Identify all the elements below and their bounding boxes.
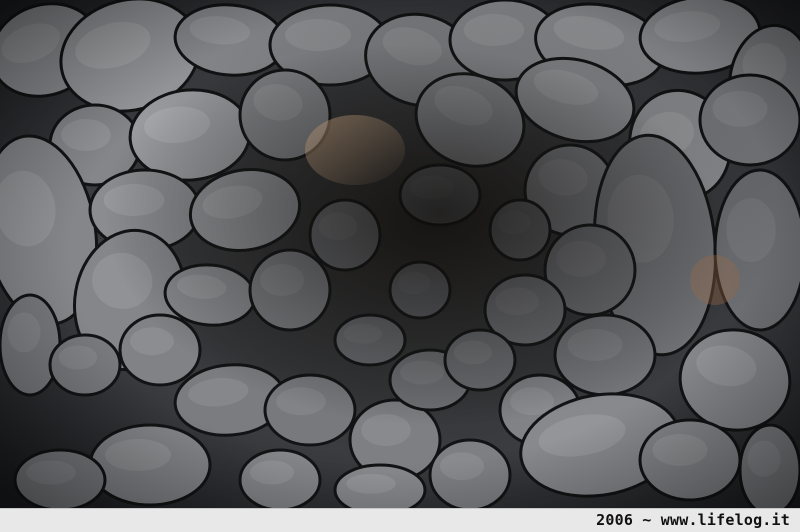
- watermark-bar: 2006 ~ www.lifelog.it: [0, 508, 800, 532]
- watermark-caption: 2006 ~ www.lifelog.it: [596, 511, 790, 529]
- dry-stone-dome-photo: [0, 0, 800, 508]
